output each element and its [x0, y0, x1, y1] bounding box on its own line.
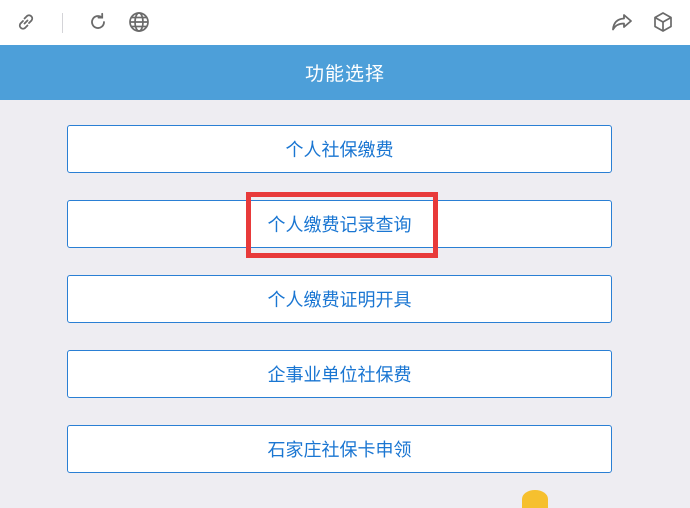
floating-badge [522, 490, 548, 508]
refresh-icon[interactable] [86, 10, 110, 34]
browser-toolbar [0, 0, 690, 45]
link-icon[interactable] [14, 10, 38, 34]
menu-item-label: 石家庄社保卡申领 [267, 440, 412, 461]
menu-item-label: 个人缴费证明开具 [267, 290, 412, 311]
menu-item-social-insurance-payment[interactable]: 个人社保缴费 [67, 125, 612, 173]
cube-icon[interactable] [651, 10, 675, 34]
globe-icon[interactable] [127, 10, 151, 34]
menu-item-social-security-card-application[interactable]: 石家庄社保卡申领 [67, 425, 612, 473]
page-title: 功能选择 [304, 63, 385, 85]
menu-item-label: 企事业单位社保费 [267, 365, 412, 386]
menu-item-label: 个人社保缴费 [285, 140, 394, 161]
page-header: 功能选择 [0, 45, 690, 100]
menu-item-label: 个人缴费记录查询 [267, 215, 412, 236]
menu-item-enterprise-social-insurance[interactable]: 企事业单位社保费 [67, 350, 612, 398]
toolbar-separator [62, 13, 63, 33]
share-icon[interactable] [610, 10, 634, 34]
menu-item-payment-record-query[interactable]: 个人缴费记录查询 [67, 200, 612, 248]
menu-item-payment-certificate[interactable]: 个人缴费证明开具 [67, 275, 612, 323]
